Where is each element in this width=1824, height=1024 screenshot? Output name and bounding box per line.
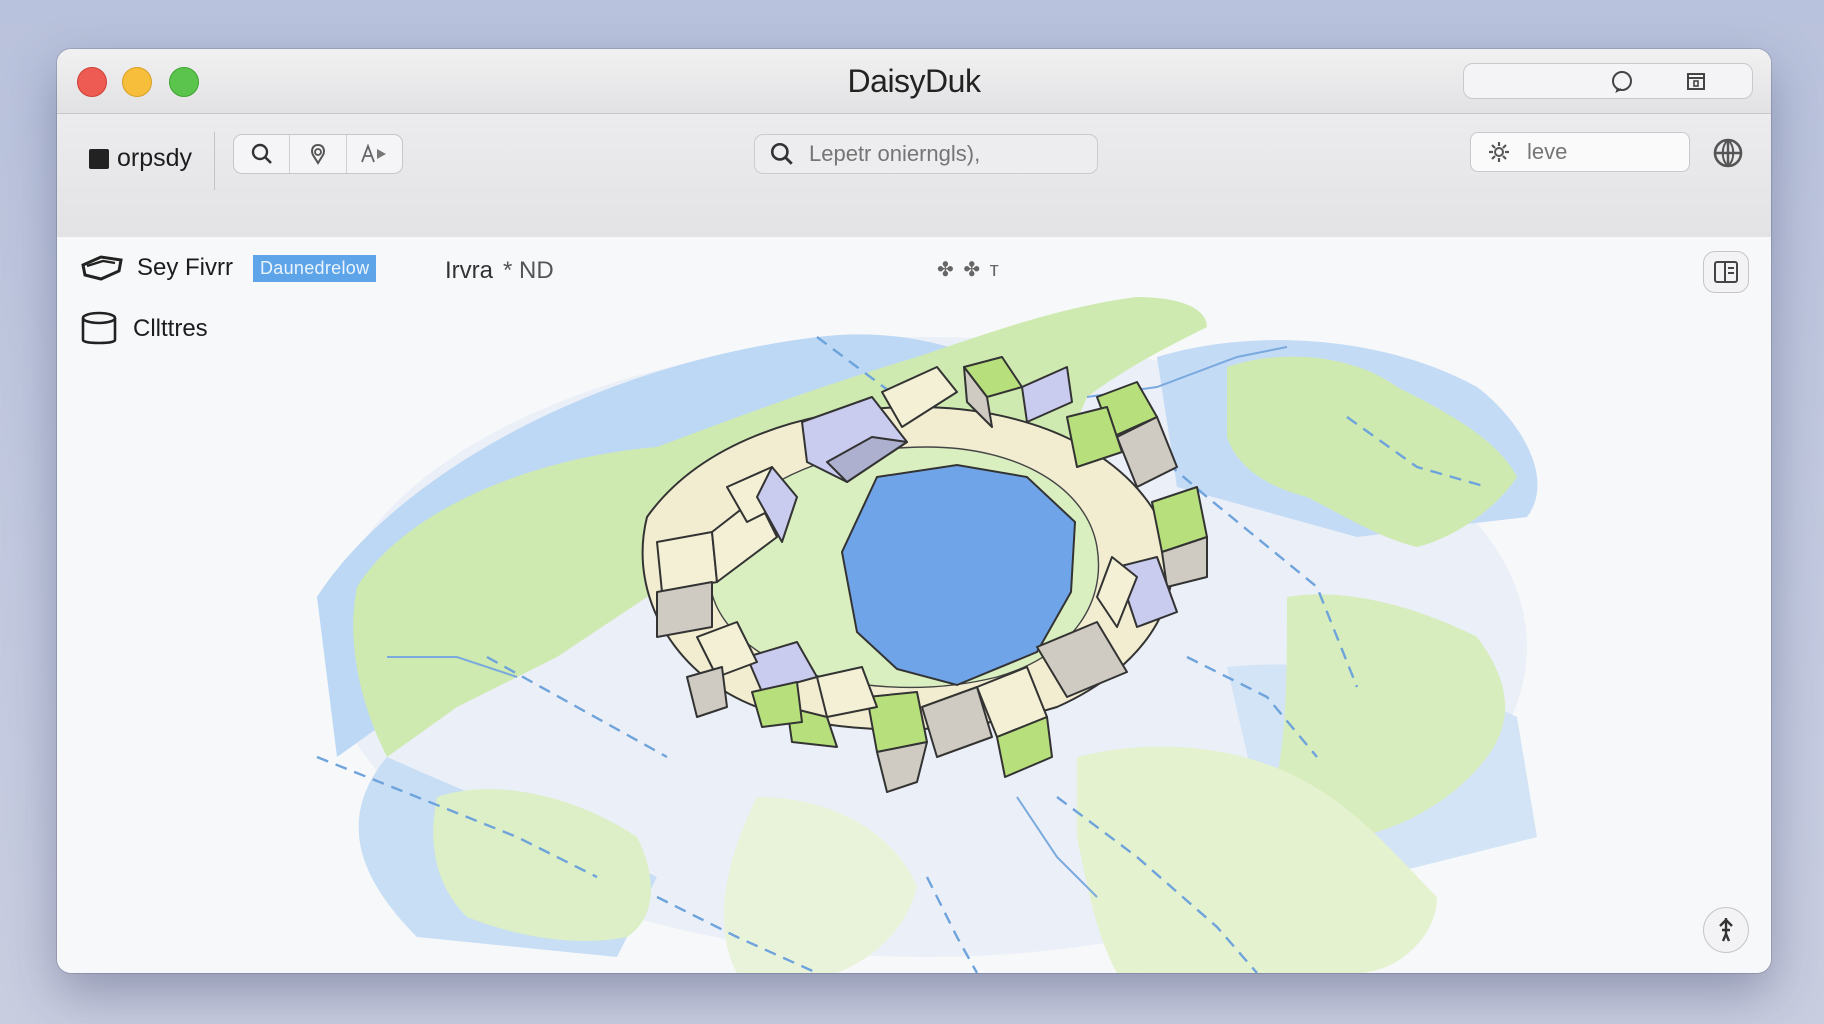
panel-icon[interactable] [1703,251,1749,293]
toolbar-divider [214,132,215,190]
layer-row[interactable]: Sey Fivrr Daunedrelow [79,251,377,285]
gear-icon [1489,142,1509,162]
title-segmented-control [1463,63,1753,99]
toolbar-button-group [233,134,403,174]
meta-text: Irvra [445,257,493,284]
search-input[interactable] [807,140,1071,168]
search-field[interactable] [754,134,1098,174]
square-icon [89,148,109,169]
calendar-icon[interactable] [1676,64,1716,98]
chat-icon[interactable] [1602,64,1642,98]
pin-icon[interactable] [1703,907,1749,953]
settings-input[interactable] [1525,138,1669,166]
settings-field[interactable] [1470,132,1690,172]
title-bar: DaisyDuk [57,49,1771,114]
layers-icon [81,255,123,281]
search-icon[interactable] [234,135,291,173]
compass-icon[interactable] [290,135,347,173]
database-icon [81,311,117,345]
app-window: DaisyDuk orpsdy Lepetr onierngls), leve … [57,49,1771,973]
toolbar: orpsdy [57,114,1771,238]
search-icon [770,142,793,165]
toolbar-left-button[interactable]: orpsdy [89,144,192,173]
map-canvas[interactable]: Sey Fivrr Daunedrelow Irvra * ND ✤ ✤ т C… [57,237,1771,973]
layer-label: Sey Fivrr [137,254,233,281]
globe-icon[interactable] [1711,136,1745,170]
status-badge[interactable]: Daunedrelow [253,254,377,282]
meta-icons: ✤ ✤ т [937,259,1001,281]
datasource-label: Cllttres [133,315,208,342]
datasource-row[interactable]: Cllttres [79,309,208,349]
toolbar-left-label: orpsdy [117,144,193,172]
text-play-icon[interactable] [347,135,402,173]
meta-extra: * ND [503,257,554,284]
map-illustration [316,297,1538,973]
meta-info: Irvra * ND [445,257,554,285]
